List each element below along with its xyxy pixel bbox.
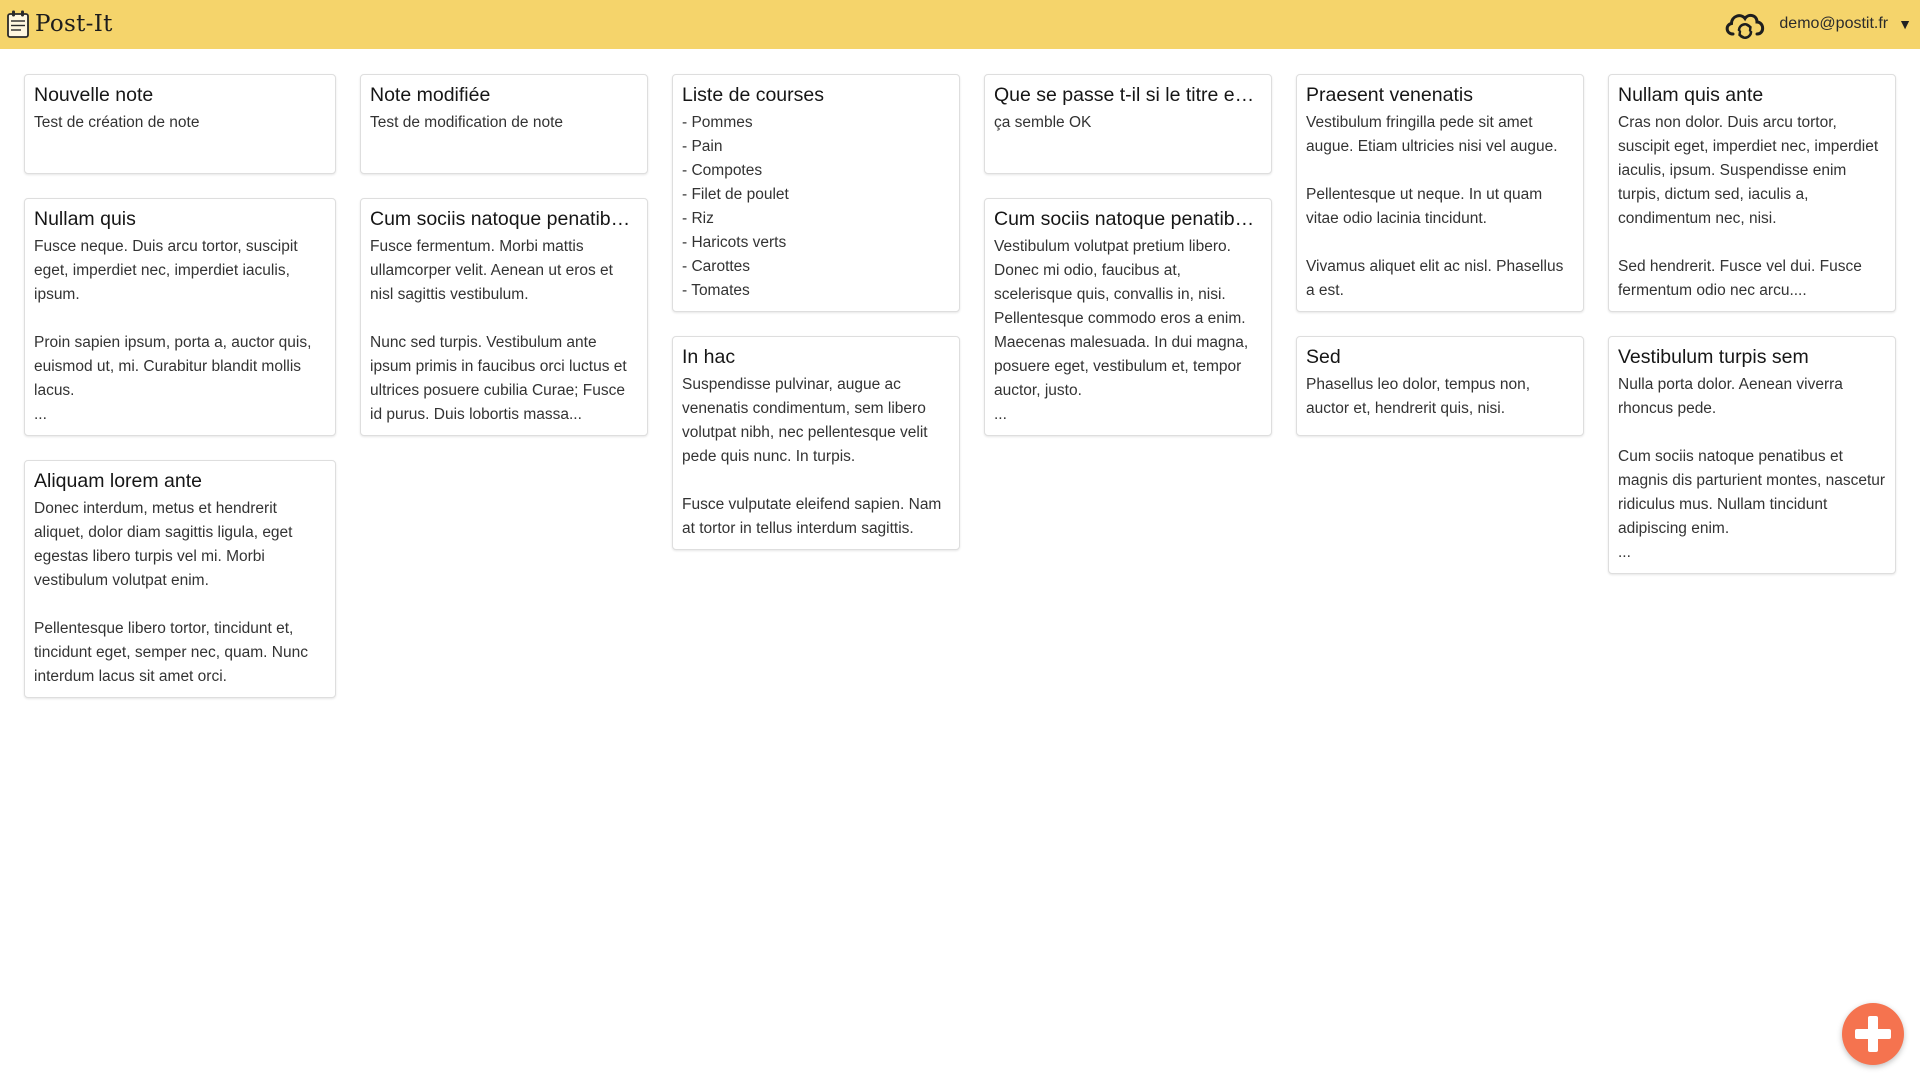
app-title: Post-It xyxy=(35,11,113,37)
note-card[interactable]: Praesent venenatis Vestibulum fringilla … xyxy=(1296,74,1584,312)
note-card[interactable]: Aliquam lorem ante Donec interdum, metus… xyxy=(24,460,336,698)
note-card[interactable]: Liste de courses - Pommes - Pain - Compo… xyxy=(672,74,960,312)
note-card[interactable]: Nullam quis Fusce neque. Duis arcu torto… xyxy=(24,198,336,436)
app-header: Post-It demo@postit.fr ▼ xyxy=(0,0,1920,49)
note-title: Nullam quis ante xyxy=(1618,84,1764,106)
note-card[interactable]: In hac Suspendisse pulvinar, augue ac ve… xyxy=(672,336,960,550)
note-card[interactable]: Sed Phasellus leo dolor, tempus non, auc… xyxy=(1296,336,1584,436)
note-title: Liste de courses xyxy=(682,84,824,106)
note-body: Fusce fermentum. Morbi mattis ullamcorpe… xyxy=(370,238,627,423)
note-card[interactable]: Note modifiée Test de modification de no… xyxy=(360,74,648,174)
note-body: Vestibulum fringilla pede sit amet augue… xyxy=(1306,114,1564,299)
note-body: Nulla porta dolor. Aenean viverra rhoncu… xyxy=(1618,376,1886,561)
add-note-button[interactable] xyxy=(1842,1003,1904,1065)
chevron-down-icon: ▼ xyxy=(1898,16,1912,32)
note-title: Cum sociis natoque penatibus et magnis xyxy=(994,208,1262,230)
note-title: Vestibulum turpis sem xyxy=(1618,346,1809,368)
note-card[interactable]: Que se passe t-il si le titre est trop l… xyxy=(984,74,1272,174)
plus-icon xyxy=(1855,1016,1891,1052)
note-body: Suspendisse pulvinar, augue ac venenatis… xyxy=(682,376,942,537)
user-email: demo@postit.fr xyxy=(1779,15,1889,32)
note-title: Aliquam lorem ante xyxy=(34,470,202,492)
note-body: Test de création de note xyxy=(34,114,200,131)
note-body: Fusce neque. Duis arcu tortor, suscipit … xyxy=(34,238,312,423)
note-body: - Pommes - Pain - Compotes - Filet de po… xyxy=(682,114,789,299)
note-body: Phasellus leo dolor, tempus non, auctor … xyxy=(1306,376,1531,417)
note-card[interactable]: Vestibulum turpis sem Nulla porta dolor.… xyxy=(1608,336,1896,574)
note-title: Que se passe t-il si le titre est trop l… xyxy=(994,84,1262,106)
note-body: Donec interdum, metus et hendrerit aliqu… xyxy=(34,500,308,685)
note-title: Praesent venenatis xyxy=(1306,84,1473,106)
note-body: Vestibulum volutpat pretium libero. Done… xyxy=(994,238,1249,423)
note-body: Cras non dolor. Duis arcu tortor, suscip… xyxy=(1618,114,1879,299)
note-body: Test de modification de note xyxy=(370,114,564,131)
note-title: Cum sociis natoque penatibus et magnis xyxy=(370,208,638,230)
cloud-sync-icon xyxy=(1726,13,1765,39)
notepad-icon xyxy=(7,10,29,38)
note-card[interactable]: Nouvelle note Test de création de note xyxy=(24,74,336,174)
note-title: Nouvelle note xyxy=(34,84,154,106)
note-title: Nullam quis xyxy=(34,208,136,230)
note-card[interactable]: Nullam quis ante Cras non dolor. Duis ar… xyxy=(1608,74,1896,312)
account-menu[interactable]: demo@postit.fr ▼ xyxy=(1723,8,1920,40)
note-title: In hac xyxy=(682,346,736,368)
note-body: ça semble OK xyxy=(994,114,1092,131)
note-title: Note modifiée xyxy=(370,84,491,106)
note-card[interactable]: Cum sociis natoque penatibus et magnis V… xyxy=(984,198,1272,436)
note-card[interactable]: Cum sociis natoque penatibus et magnis F… xyxy=(360,198,648,436)
note-title: Sed xyxy=(1306,346,1341,368)
brand-logo[interactable]: Post-It xyxy=(6,9,113,39)
